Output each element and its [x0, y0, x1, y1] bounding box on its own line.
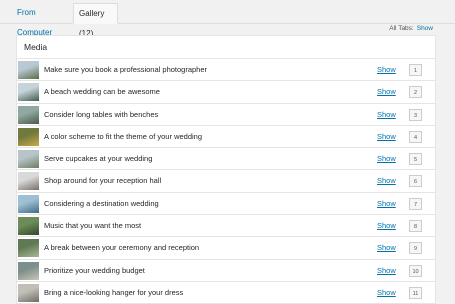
media-item-title: Shop around for your reception hall — [44, 176, 162, 186]
menu-order-input[interactable]: 6 — [409, 175, 422, 188]
show-link[interactable]: Show — [377, 104, 396, 126]
panel-title: Media — [17, 36, 435, 59]
media-item-title: Serve cupcakes at your wedding — [44, 154, 153, 164]
tab-from-computer[interactable]: From Computer — [12, 3, 73, 37]
media-thumbnail — [18, 194, 39, 213]
media-item-title: Prioritize your wedding budget — [44, 265, 145, 275]
all-tabs-show-link[interactable]: Show — [417, 25, 433, 32]
media-tabs: From Computer Gallery (12) — [0, 0, 455, 38]
media-thumbnail — [18, 150, 39, 169]
show-link[interactable]: Show — [377, 81, 396, 103]
media-thumbnail — [18, 217, 39, 236]
show-link[interactable]: Show — [377, 59, 396, 81]
media-item-row: Shop around for your reception hall Show 6 — [17, 170, 435, 193]
media-thumbnail — [18, 83, 39, 102]
media-item-row: Bring a nice-looking hanger for your dre… — [17, 282, 435, 303]
media-item-title: A break between your ceremony and recept… — [44, 243, 200, 253]
show-link[interactable]: Show — [377, 282, 396, 303]
menu-order-input[interactable]: 10 — [409, 264, 422, 277]
media-item-title: Bring a nice-looking hanger for your dre… — [44, 287, 184, 297]
menu-order-input[interactable]: 3 — [409, 108, 422, 121]
media-item-row: Consider long tables with benches Show 3 — [17, 104, 435, 126]
media-thumbnail — [18, 283, 39, 302]
media-item-row: Music that you want the most Show 8 — [17, 215, 435, 238]
tab-gallery[interactable]: Gallery (12) — [73, 3, 118, 38]
media-item-title: Considering a destination wedding — [44, 198, 159, 208]
media-item-row: Prioritize your wedding budget Show 10 — [17, 260, 435, 282]
menu-order-input[interactable]: 5 — [409, 153, 422, 166]
menu-order-input[interactable]: 11 — [409, 286, 422, 299]
media-item-title: A beach wedding can be awesome — [44, 87, 160, 97]
show-link[interactable]: Show — [377, 237, 396, 259]
show-link[interactable]: Show — [377, 193, 396, 215]
media-item-title: A color scheme to fit the theme of your … — [44, 131, 203, 141]
show-link[interactable]: Show — [377, 148, 396, 170]
media-item-title: Music that you want the most — [44, 221, 142, 231]
show-link[interactable]: Show — [377, 126, 396, 148]
menu-order-input[interactable]: 9 — [409, 242, 422, 255]
menu-order-input[interactable]: 2 — [409, 86, 422, 99]
show-link[interactable]: Show — [377, 260, 396, 282]
show-link[interactable]: Show — [377, 215, 396, 237]
media-thumbnail — [18, 239, 39, 258]
media-item-title: Make sure you book a professional photog… — [44, 65, 208, 74]
menu-order-input[interactable]: 4 — [409, 130, 422, 143]
media-item-row: Make sure you book a professional photog… — [17, 59, 435, 82]
media-item-row: Considering a destination wedding Show 7 — [17, 193, 435, 216]
media-item-title: Consider long tables with benches — [44, 109, 159, 119]
media-thumbnail — [18, 61, 39, 79]
media-thumbnail — [18, 261, 39, 280]
menu-order-input[interactable]: 8 — [409, 220, 422, 233]
media-thumbnail — [18, 105, 39, 124]
media-gallery-panel: Media Make sure you book a professional … — [16, 35, 436, 304]
all-tabs-toggle: All Tabs: Show — [389, 24, 433, 33]
all-tabs-label: All Tabs: — [389, 25, 414, 32]
media-item-row: A beach wedding can be awesome Show 2 — [17, 81, 435, 104]
media-item-row: A color scheme to fit the theme of your … — [17, 126, 435, 149]
media-thumbnail — [18, 172, 39, 191]
media-item-row: A break between your ceremony and recept… — [17, 237, 435, 260]
menu-order-input[interactable]: 1 — [409, 64, 422, 76]
show-link[interactable]: Show — [377, 170, 396, 192]
media-item-row: Serve cupcakes at your wedding Show 5 — [17, 148, 435, 171]
media-thumbnail — [18, 127, 39, 146]
menu-order-input[interactable]: 7 — [409, 197, 422, 210]
media-list: Make sure you book a professional photog… — [17, 59, 435, 303]
